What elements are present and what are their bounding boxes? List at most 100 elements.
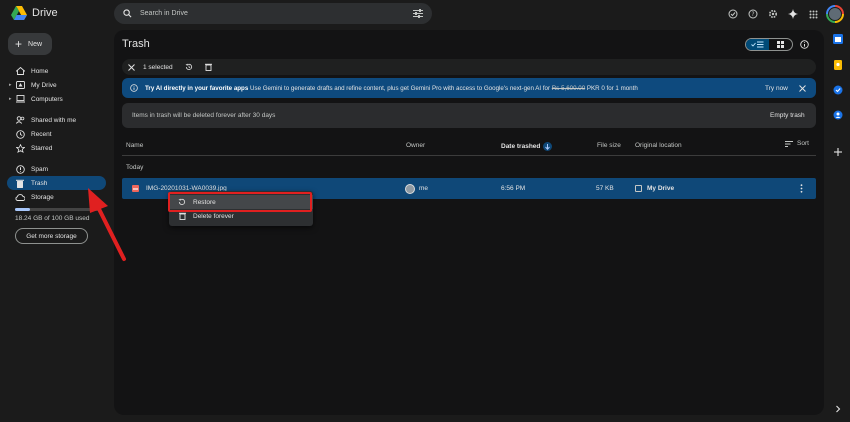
app-name: Drive xyxy=(32,7,58,19)
sidebar: Home ▸ My Drive ▸ Computers Shared with … xyxy=(0,64,110,244)
banner-new-price: PKR 0 for 1 month xyxy=(585,84,638,92)
storage-usage-text: 18.24 GB of 100 GB used xyxy=(15,215,90,222)
column-header-date-trashed-label: Date trashed xyxy=(501,143,541,151)
calendar-icon[interactable] xyxy=(833,34,843,44)
menu-item-restore[interactable]: Restore xyxy=(169,195,313,209)
search-bar[interactable]: Search in Drive xyxy=(114,3,432,24)
clock-icon xyxy=(15,129,25,139)
menu-item-label: Delete forever xyxy=(193,212,234,220)
more-actions-icon[interactable] xyxy=(800,178,803,199)
expand-panel-icon[interactable] xyxy=(833,404,843,414)
plus-icon: + xyxy=(15,37,23,51)
sidebar-item-storage[interactable]: Storage xyxy=(7,190,106,204)
sidebar-item-starred[interactable]: Starred xyxy=(7,141,106,155)
new-button[interactable]: + New xyxy=(8,33,52,55)
owner-avatar xyxy=(405,183,415,194)
add-addon-icon[interactable] xyxy=(833,147,843,157)
column-header-owner[interactable]: Owner xyxy=(406,142,425,149)
sidebar-item-label: Recent xyxy=(31,130,52,138)
location-name: My Drive xyxy=(647,185,675,192)
column-header-date-trashed[interactable]: Date trashed xyxy=(501,142,553,151)
sidebar-item-label: Shared with me xyxy=(31,116,77,124)
offline-status-icon[interactable] xyxy=(723,4,743,24)
try-now-link[interactable]: Try now xyxy=(765,85,788,92)
sidebar-item-my-drive[interactable]: ▸ My Drive xyxy=(7,78,106,92)
sidebar-item-trash[interactable]: Trash xyxy=(7,176,106,190)
settings-gear-icon[interactable] xyxy=(763,4,783,24)
app-logo[interactable]: Drive xyxy=(11,6,58,20)
clear-selection-icon[interactable] xyxy=(128,63,135,71)
get-more-storage-button[interactable]: Get more storage xyxy=(15,228,88,244)
trash-icon xyxy=(178,212,186,220)
column-header-original-location[interactable]: Original location xyxy=(635,142,682,149)
help-icon[interactable]: ? xyxy=(743,4,763,24)
context-menu: Restore Delete forever xyxy=(169,191,313,226)
expand-caret-icon[interactable]: ▸ xyxy=(9,96,12,102)
sort-descending-icon[interactable] xyxy=(543,142,553,151)
gemini-sparkle-icon[interactable] xyxy=(783,4,803,24)
sidebar-item-label: Storage xyxy=(31,193,54,201)
menu-item-delete-forever[interactable]: Delete forever xyxy=(169,209,313,223)
keep-icon[interactable] xyxy=(833,60,843,70)
sidebar-item-recent[interactable]: Recent xyxy=(7,127,106,141)
storage-usage-bar xyxy=(15,208,99,211)
details-info-button[interactable] xyxy=(798,38,811,51)
page-title: Trash xyxy=(122,38,150,50)
sort-label: Sort xyxy=(797,140,809,147)
sidebar-item-computers[interactable]: ▸ Computers xyxy=(7,92,106,106)
restore-icon[interactable] xyxy=(185,63,193,71)
gemini-promo-banner: Try AI directly in your favorite apps Us… xyxy=(122,78,816,98)
close-icon[interactable] xyxy=(799,84,806,92)
list-view-button[interactable] xyxy=(746,39,769,50)
home-icon xyxy=(15,66,25,76)
storage-usage-fill xyxy=(15,208,31,211)
new-button-label: New xyxy=(28,40,43,48)
delete-forever-icon[interactable] xyxy=(204,63,212,71)
drive-logo-icon xyxy=(11,6,27,20)
sidebar-item-label: Trash xyxy=(31,179,48,187)
sidebar-item-shared[interactable]: Shared with me xyxy=(7,113,106,127)
shared-icon xyxy=(15,115,25,125)
column-header-file-size[interactable]: File size xyxy=(597,142,621,149)
file-size-cell: 57 KB xyxy=(596,185,614,192)
info-icon xyxy=(800,40,809,49)
sidebar-item-label: Computers xyxy=(31,95,63,103)
my-drive-icon xyxy=(15,80,25,90)
trash-notice-text: Items in trash will be deleted forever a… xyxy=(132,112,276,119)
grid-view-button[interactable] xyxy=(769,39,792,50)
view-toggle[interactable] xyxy=(745,38,793,51)
grid-icon xyxy=(777,41,784,48)
date-trashed-cell: 6:56 PM xyxy=(501,185,526,192)
owner-cell: me xyxy=(405,178,428,199)
expand-caret-icon[interactable]: ▸ xyxy=(9,82,12,88)
trash-icon xyxy=(15,178,25,188)
selection-count: 1 selected xyxy=(143,63,173,71)
side-panel xyxy=(826,30,850,422)
search-icon[interactable] xyxy=(123,9,132,18)
banner-lead: Try AI directly in your favorite apps xyxy=(145,84,249,92)
sidebar-item-spam[interactable]: Spam xyxy=(7,162,106,176)
search-input[interactable]: Search in Drive xyxy=(140,10,413,17)
tasks-icon[interactable] xyxy=(833,85,843,95)
banner-body: Use Gemini to generate drafts and refine… xyxy=(248,84,552,92)
search-options-icon[interactable] xyxy=(413,9,423,18)
spam-icon xyxy=(15,164,25,174)
restore-icon xyxy=(178,198,186,206)
info-icon xyxy=(130,84,138,92)
account-avatar[interactable] xyxy=(826,5,844,23)
banner-text: Try AI directly in your favorite apps Us… xyxy=(145,85,638,92)
sidebar-item-label: Spam xyxy=(31,165,48,173)
computers-icon xyxy=(15,94,25,104)
empty-trash-button[interactable]: Empty trash xyxy=(770,112,805,119)
sidebar-item-home[interactable]: Home xyxy=(7,64,106,78)
header-divider xyxy=(122,155,816,156)
svg-text:?: ? xyxy=(751,11,754,18)
sidebar-item-label: Starred xyxy=(31,144,53,152)
image-file-icon xyxy=(132,185,139,192)
apps-grid-icon[interactable] xyxy=(803,4,823,24)
sort-button[interactable]: Sort xyxy=(785,140,809,147)
banner-old-price: Rs 5,600.00 xyxy=(551,84,586,92)
group-label: Today xyxy=(126,164,144,171)
contacts-icon[interactable] xyxy=(833,110,843,120)
column-header-name[interactable]: Name xyxy=(126,142,143,149)
